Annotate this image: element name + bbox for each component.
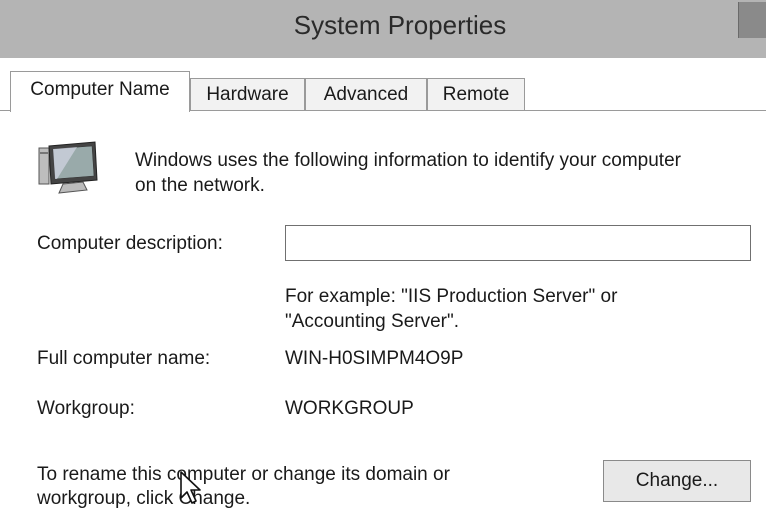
- change-button[interactable]: Change...: [603, 460, 751, 502]
- computer-description-label: Computer description:: [37, 233, 223, 254]
- tab-computer-name[interactable]: Computer Name: [10, 71, 190, 112]
- computer-icon: [38, 141, 98, 194]
- tab-advanced[interactable]: Advanced: [305, 78, 427, 110]
- rename-instructions-line-1: To rename this computer or change its do…: [37, 464, 450, 485]
- computer-description-input[interactable]: [285, 225, 751, 261]
- full-computer-name-value: WIN-H0SIMPM4O9P: [285, 348, 464, 369]
- tab-hardware[interactable]: Hardware: [190, 78, 305, 110]
- description-example-line-2: "Accounting Server".: [285, 311, 460, 332]
- window-control-button[interactable]: [738, 2, 766, 38]
- tab-remote[interactable]: Remote: [427, 78, 525, 110]
- title-bar: System Properties: [0, 0, 766, 58]
- rename-instructions-line-2: workgroup, click Change.: [37, 488, 251, 509]
- mouse-cursor-icon: [180, 471, 201, 504]
- intro-line-1: Windows uses the following information t…: [135, 150, 681, 171]
- intro-line-2: on the network.: [135, 175, 265, 196]
- window-title: System Properties: [293, 10, 507, 40]
- workgroup-value: WORKGROUP: [285, 398, 414, 419]
- description-example-line-1: For example: "IIS Production Server" or: [285, 286, 618, 307]
- full-computer-name-label: Full computer name:: [37, 348, 211, 369]
- workgroup-label: Workgroup:: [37, 398, 135, 419]
